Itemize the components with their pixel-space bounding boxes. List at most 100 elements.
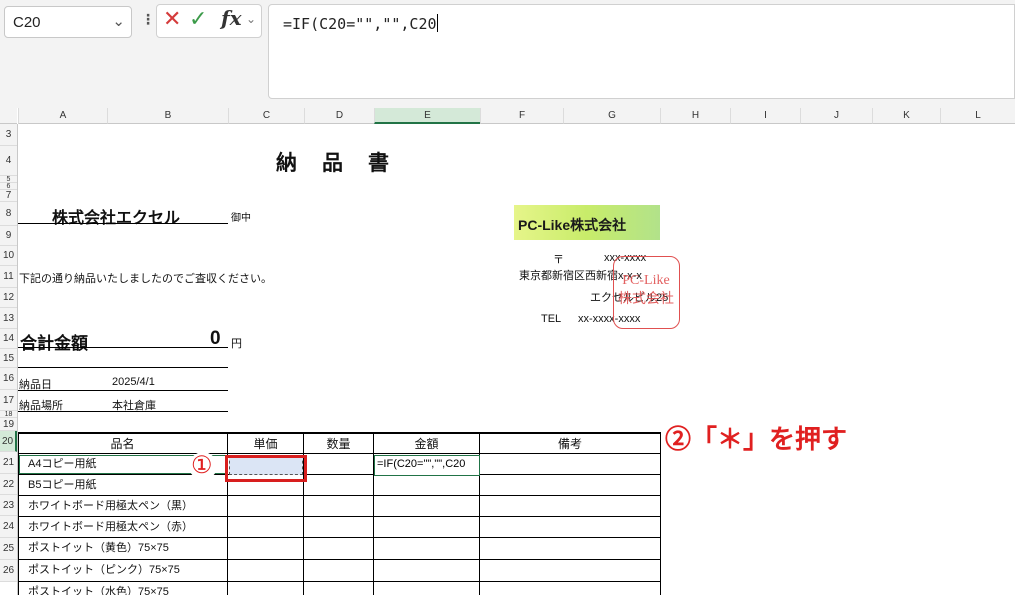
phone-label: TEL bbox=[541, 313, 562, 325]
table-cell[interactable] bbox=[480, 538, 661, 560]
name-box-value: C20 bbox=[13, 14, 41, 31]
table-cell[interactable] bbox=[374, 538, 480, 560]
table-cell[interactable] bbox=[304, 475, 374, 496]
name-box[interactable]: C20 ⌄ bbox=[4, 6, 132, 38]
table-cell[interactable] bbox=[228, 517, 304, 538]
insert-function-icon[interactable]: fx bbox=[221, 6, 242, 30]
row-header-6[interactable]: 6 bbox=[0, 183, 17, 190]
table-cell[interactable] bbox=[374, 560, 480, 582]
table-cell[interactable] bbox=[228, 582, 304, 595]
underline bbox=[18, 347, 228, 348]
table-row-item-name[interactable]: ホワイトボード用極太ペン（黒） bbox=[18, 496, 228, 517]
table-header-cell[interactable]: 数量 bbox=[304, 434, 374, 454]
row-header-13[interactable]: 13 bbox=[0, 308, 17, 329]
table-row-item-name[interactable]: ポストイット（ピンク）75×75 bbox=[18, 560, 228, 582]
table-cell[interactable] bbox=[480, 517, 661, 538]
row-header-18[interactable]: 18 bbox=[0, 411, 17, 418]
row-header-20[interactable]: 20 bbox=[0, 431, 17, 452]
column-header-d[interactable]: D bbox=[304, 108, 374, 124]
table-cell[interactable] bbox=[480, 496, 661, 517]
underline bbox=[18, 367, 228, 368]
table-cell[interactable] bbox=[304, 517, 374, 538]
row-header-10[interactable]: 10 bbox=[0, 246, 17, 266]
row-header-9[interactable]: 9 bbox=[0, 226, 17, 246]
table-cell[interactable] bbox=[304, 496, 374, 517]
table-cell[interactable] bbox=[374, 517, 480, 538]
table-cell[interactable] bbox=[480, 582, 661, 595]
delivery-message: 下記の通り納品いたしましたのでご査収ください。 bbox=[19, 273, 272, 285]
row-header-16[interactable]: 16 bbox=[0, 368, 17, 390]
row-header-25[interactable]: 25 bbox=[0, 538, 17, 560]
table-row-item-name[interactable]: ポストイット（黄色）75×75 bbox=[18, 538, 228, 560]
column-header-c[interactable]: C bbox=[228, 108, 304, 124]
table-cell[interactable] bbox=[480, 475, 661, 496]
table-cell[interactable] bbox=[480, 454, 661, 475]
underline bbox=[18, 411, 228, 412]
row-header-5[interactable]: 5 bbox=[0, 176, 17, 183]
column-header-l[interactable]: L bbox=[940, 108, 1015, 124]
formula-input[interactable]: =IF(C20="","",C20 bbox=[268, 4, 1015, 99]
row-header-8[interactable]: 8 bbox=[0, 202, 17, 226]
table-cell[interactable] bbox=[304, 538, 374, 560]
row-header-11[interactable]: 11 bbox=[0, 266, 17, 288]
formula-text: =IF(C20="","",C20 bbox=[283, 15, 437, 33]
column-header-j[interactable]: J bbox=[800, 108, 872, 124]
table-cell[interactable] bbox=[374, 496, 480, 517]
row-header-17[interactable]: 17 bbox=[0, 390, 17, 411]
row-header-19[interactable]: 19 bbox=[0, 418, 17, 431]
column-header-f[interactable]: F bbox=[480, 108, 563, 124]
honorific: 御中 bbox=[231, 213, 251, 224]
table-row-item-name[interactable]: ポストイット（水色）75×75 bbox=[18, 582, 228, 595]
table-cell[interactable] bbox=[304, 582, 374, 595]
row-header-24[interactable]: 24 bbox=[0, 516, 17, 538]
row-header-3[interactable]: 3 bbox=[0, 124, 17, 146]
table-cell[interactable] bbox=[374, 582, 480, 595]
column-header-a[interactable]: A bbox=[18, 108, 107, 124]
more-options-icon[interactable]: ⋮ bbox=[141, 12, 155, 28]
delivery-date-value: 2025/4/1 bbox=[112, 376, 155, 388]
step2-instruction: ②「＊」を押す bbox=[665, 424, 848, 454]
row-header-15[interactable]: 15 bbox=[0, 349, 17, 368]
table-cell[interactable] bbox=[228, 560, 304, 582]
row-header-7[interactable]: 7 bbox=[0, 190, 17, 202]
column-header-g[interactable]: G bbox=[563, 108, 660, 124]
row-header-12[interactable]: 12 bbox=[0, 288, 17, 308]
table-cell[interactable] bbox=[304, 454, 374, 475]
table-row-item-name[interactable]: ホワイトボード用極太ペン（赤） bbox=[18, 517, 228, 538]
table-cell[interactable] bbox=[480, 560, 661, 582]
row-header-22[interactable]: 22 bbox=[0, 474, 17, 495]
editing-cell[interactable]: =IF(C20="","",C20 bbox=[374, 455, 480, 476]
row-header-26[interactable]: 26 bbox=[0, 560, 17, 582]
column-header-e[interactable]: E bbox=[374, 108, 480, 124]
row-header-21[interactable]: 21 bbox=[0, 452, 17, 474]
customer-name: 株式会社エクセル bbox=[52, 210, 181, 227]
total-unit: 円 bbox=[231, 338, 242, 350]
table-header-cell[interactable]: 備考 bbox=[480, 434, 661, 454]
seal-text: PC-Like 株式会社 bbox=[618, 273, 674, 307]
column-header-b[interactable]: B bbox=[107, 108, 228, 124]
column-header-k[interactable]: K bbox=[872, 108, 940, 124]
column-header-h[interactable]: H bbox=[660, 108, 730, 124]
chevron-down-icon[interactable]: ⌄ bbox=[246, 12, 256, 26]
chevron-down-icon[interactable]: ⌄ bbox=[112, 12, 125, 30]
step1-marker: ① bbox=[191, 452, 213, 479]
row-header-23[interactable]: 23 bbox=[0, 495, 17, 516]
table-header-cell[interactable]: 金額 bbox=[374, 434, 480, 454]
text-caret bbox=[436, 14, 438, 32]
table-cell[interactable] bbox=[374, 475, 480, 496]
row-header-4[interactable]: 4 bbox=[0, 146, 17, 176]
table-cell[interactable] bbox=[304, 560, 374, 582]
enter-icon[interactable]: ✓ bbox=[189, 7, 207, 32]
table-cell[interactable] bbox=[228, 538, 304, 560]
postal-mark: 〒 bbox=[553, 254, 564, 266]
column-header-i[interactable]: I bbox=[730, 108, 800, 124]
cancel-icon[interactable]: ✕ bbox=[163, 7, 181, 32]
row-header-14[interactable]: 14 bbox=[0, 329, 17, 349]
underline bbox=[18, 390, 228, 391]
document-title: 納 品 書 bbox=[276, 152, 391, 175]
company-logo-text: PC-Like株式会社 bbox=[518, 217, 627, 233]
table-header-cell[interactable]: 単価 bbox=[228, 434, 304, 454]
table-cell[interactable] bbox=[228, 496, 304, 517]
select-all-corner[interactable] bbox=[0, 108, 17, 124]
company-logo: PC-Like株式会社 bbox=[514, 205, 660, 240]
